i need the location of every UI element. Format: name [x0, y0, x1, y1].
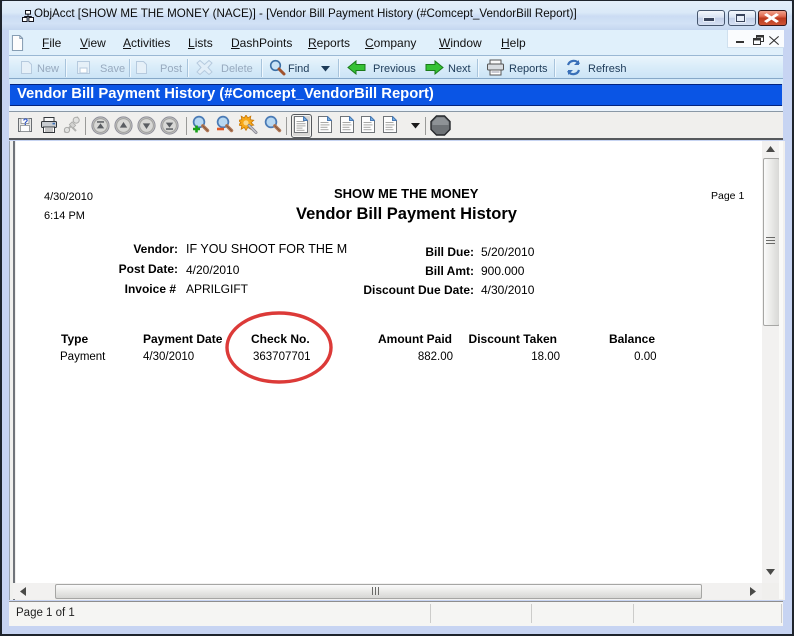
svg-text:?: ? — [23, 117, 29, 127]
